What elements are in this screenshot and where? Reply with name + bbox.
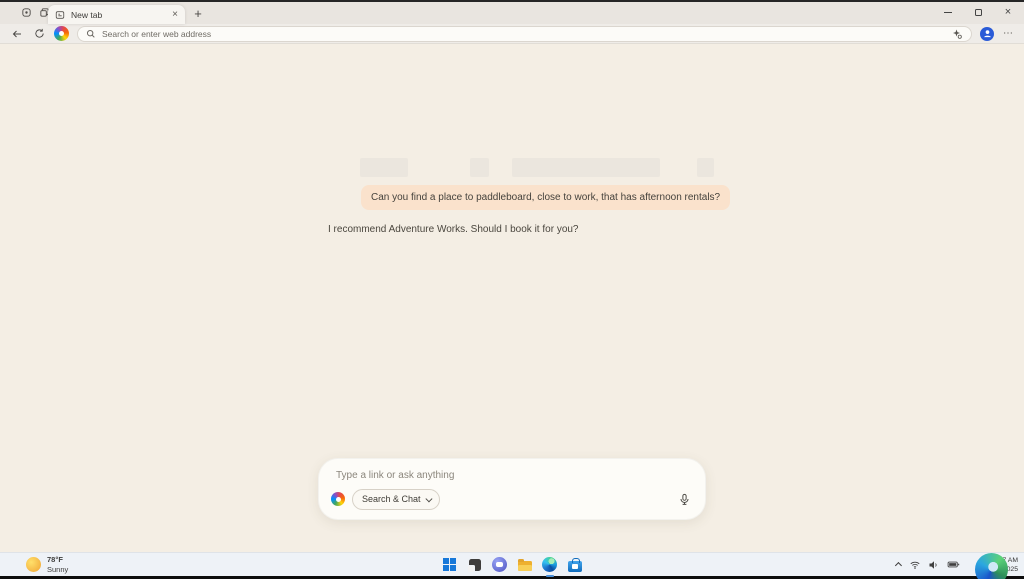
maximize-button[interactable] (970, 5, 986, 19)
start-button[interactable] (441, 556, 458, 573)
tab-title: New tab (71, 10, 166, 20)
tab-strip: New tab × + × (0, 2, 1024, 24)
speaker-icon[interactable] (928, 559, 940, 571)
chat-app-button[interactable] (491, 556, 508, 573)
wifi-icon[interactable] (909, 559, 921, 571)
hidden-icons-chevron-icon[interactable] (895, 562, 902, 569)
sunny-weather-icon (26, 557, 41, 572)
active-app-indicator (546, 575, 554, 577)
taskbar-apps (441, 553, 583, 576)
address-input[interactable] (102, 29, 945, 39)
faded-text-block (360, 158, 408, 177)
file-explorer-button[interactable] (516, 556, 533, 573)
composer-box[interactable]: Search & Chat (318, 458, 706, 520)
windows-logo-icon (443, 558, 456, 571)
toolbar-right: ⋯ (980, 27, 1014, 41)
weather-condition: Sunny (47, 565, 68, 575)
profile-avatar[interactable] (980, 27, 994, 41)
user-message-bubble: Can you find a place to paddleboard, clo… (361, 185, 730, 210)
browser-tab-new-tab[interactable]: New tab × (48, 5, 185, 24)
screen: New tab × + × (0, 0, 1024, 579)
close-button[interactable]: × (1000, 5, 1016, 19)
store-bag-icon (568, 561, 582, 572)
copilot-logo-icon (331, 492, 345, 506)
window-controls: × (940, 4, 1016, 20)
battery-icon[interactable] (947, 558, 960, 571)
new-tab-page: Can you find a place to paddleboard, clo… (0, 44, 1024, 552)
workspaces-icon[interactable] (20, 6, 33, 19)
faded-text-block (697, 158, 714, 177)
folder-icon (518, 561, 532, 571)
task-view-button[interactable] (466, 556, 483, 573)
browser-toolbar: ⋯ (0, 24, 1024, 44)
system-tray (897, 553, 960, 576)
weather-widget[interactable]: 78°F Sunny (26, 553, 68, 576)
composer-input[interactable] (336, 467, 688, 483)
weather-text: 78°F Sunny (47, 555, 68, 575)
mode-label: Search & Chat (362, 494, 421, 504)
back-icon[interactable] (10, 27, 24, 41)
browser-essentials-icon[interactable] (951, 28, 963, 40)
search-chat-mode-button[interactable]: Search & Chat (352, 489, 440, 510)
assistant-message: I recommend Adventure Works. Should I bo… (328, 224, 579, 235)
taskbar: 78°F Sunny (0, 552, 1024, 576)
search-icon (86, 29, 96, 39)
weather-temp: 78°F (47, 555, 68, 565)
edge-browser-button[interactable] (541, 556, 558, 573)
settings-menu-icon[interactable]: ⋯ (1003, 28, 1014, 39)
store-button[interactable] (566, 556, 583, 573)
address-bar[interactable] (77, 26, 972, 42)
edge-logo-icon (542, 557, 557, 572)
microphone-icon[interactable] (676, 491, 692, 507)
faded-text-block (470, 158, 489, 177)
tab-favicon-icon (55, 10, 65, 20)
chevron-down-icon (425, 495, 431, 501)
refresh-icon[interactable] (32, 27, 46, 41)
copilot-logo-icon[interactable] (54, 26, 69, 41)
task-view-icon (469, 559, 481, 571)
colorful-orb-overlay (975, 553, 1008, 579)
new-tab-button[interactable]: + (190, 5, 206, 21)
chat-bubble-icon (492, 557, 507, 572)
composer-controls: Search & Chat (331, 488, 692, 510)
tab-close-icon[interactable]: × (172, 10, 178, 20)
faded-text-block (512, 158, 660, 177)
minimize-button[interactable] (940, 5, 956, 19)
